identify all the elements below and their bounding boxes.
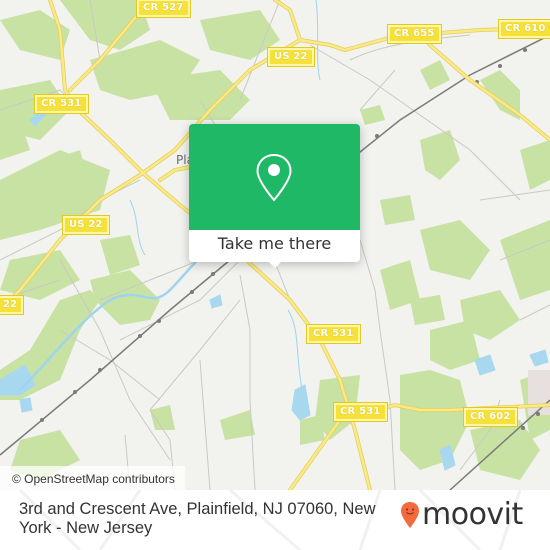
map-pin-icon bbox=[256, 153, 292, 202]
road-label-cr655: CR 655 bbox=[387, 24, 442, 44]
map-canvas[interactable]: CR 527 US 22 CR 655 CR 610 CR 531 US 22 … bbox=[0, 0, 550, 490]
road-label-us22: US 22 bbox=[267, 47, 315, 67]
road-label-cr531: CR 531 bbox=[34, 94, 89, 114]
address-text: 3rd and Crescent Ave, Plainfield, NJ 070… bbox=[19, 500, 376, 537]
footer: 3rd and Crescent Ave, Plainfield, NJ 070… bbox=[0, 490, 550, 550]
road-label-cr602: CR 602 bbox=[463, 407, 518, 427]
moovit-logo[interactable]: moovit bbox=[400, 495, 523, 535]
road-label-cr610: CR 610 bbox=[498, 19, 550, 39]
moovit-pin-icon bbox=[401, 502, 419, 528]
take-me-there-button[interactable]: Take me there bbox=[189, 230, 360, 262]
industrial-area bbox=[528, 370, 550, 415]
road-label-cr531: CR 531 bbox=[306, 324, 361, 344]
moovit-wordmark: moovit bbox=[422, 497, 523, 532]
road-label-us22: 22 bbox=[0, 295, 25, 315]
location-popup: Take me there bbox=[189, 124, 360, 268]
popup-pointer bbox=[267, 260, 283, 268]
road-label-cr527: CR 527 bbox=[136, 0, 191, 18]
popup-header bbox=[189, 124, 360, 230]
road-label-cr531: CR 531 bbox=[333, 402, 388, 422]
road-label-us22: US 22 bbox=[62, 215, 110, 235]
osm-attribution[interactable]: © OpenStreetMap contributors bbox=[0, 466, 185, 490]
